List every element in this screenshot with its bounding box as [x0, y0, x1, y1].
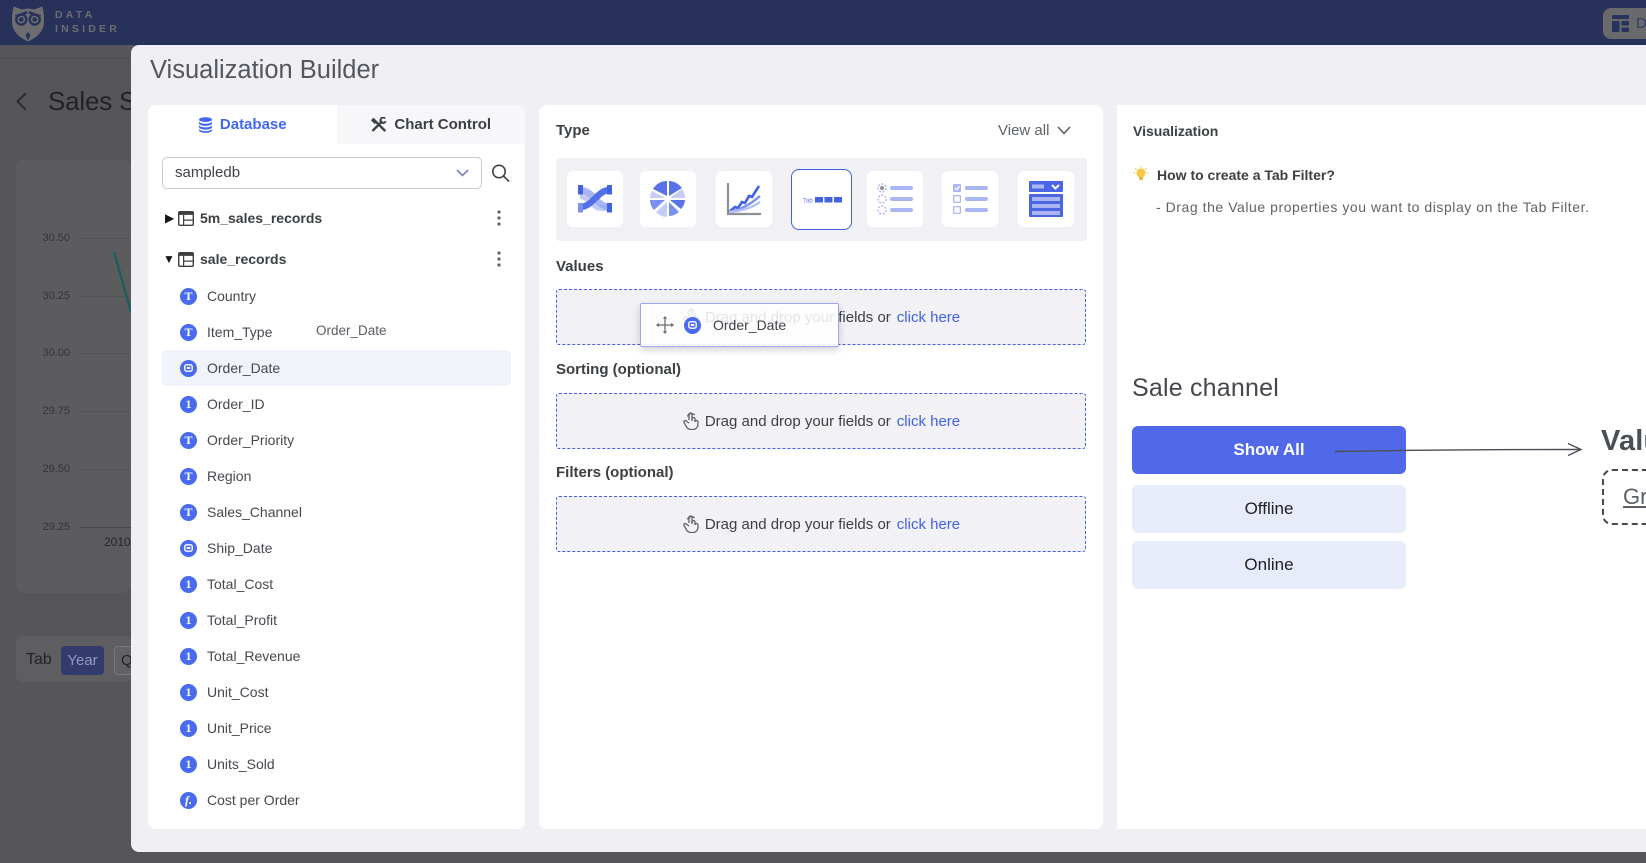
svg-text:Tab: Tab: [803, 198, 813, 204]
